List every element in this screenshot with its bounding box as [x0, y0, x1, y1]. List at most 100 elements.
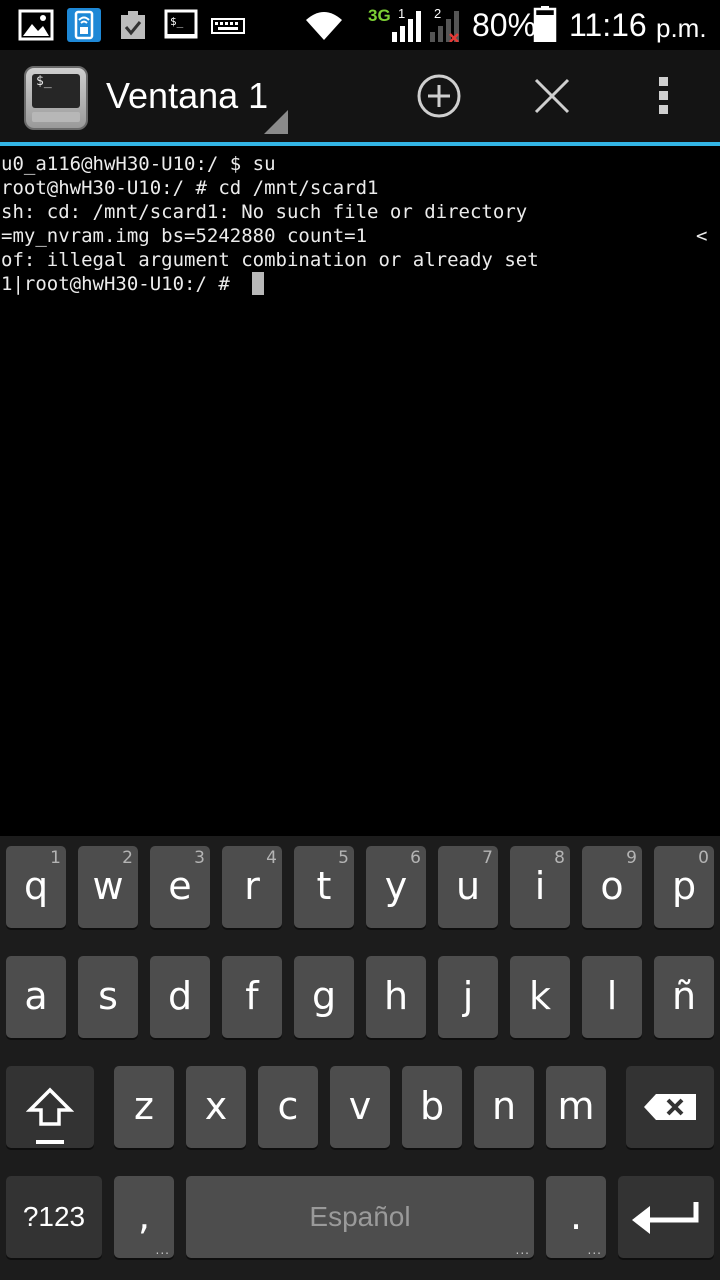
signal-sim1-icon — [392, 11, 421, 42]
clock-time: 11:16 — [569, 7, 647, 43]
key-a[interactable]: a — [6, 956, 66, 1038]
key-label: l — [606, 974, 618, 1018]
comma-label: , — [137, 1194, 151, 1238]
svg-text:$_: $_ — [170, 15, 184, 28]
key-label: f — [245, 974, 259, 1018]
window-title[interactable]: Ventana 1 — [106, 74, 268, 118]
line-overflow-marker: < — [696, 225, 708, 247]
key-p[interactable]: 0p — [654, 846, 714, 928]
key-label: z — [134, 1084, 154, 1128]
key-label: c — [277, 1084, 299, 1128]
key-i[interactable]: 8i — [510, 846, 570, 928]
key-q[interactable]: 1q — [6, 846, 66, 928]
terminal-line: of: illegal argument combination or alre… — [1, 249, 539, 271]
symbols-label: ?123 — [22, 1201, 86, 1232]
key-s[interactable]: s — [78, 956, 138, 1038]
key-label: m — [557, 1084, 595, 1128]
add-window-icon[interactable] — [415, 72, 463, 120]
soft-keyboard: 1q 2w 3e 4r 5t 6y 7u 8i 9o 0p a s d f g … — [0, 836, 720, 1280]
shift-key[interactable] — [6, 1066, 94, 1148]
period-key[interactable]: . ... — [546, 1176, 606, 1258]
space-key[interactable]: Español ... — [186, 1176, 534, 1258]
keyboard-icon — [211, 18, 245, 34]
key-f[interactable]: f — [222, 956, 282, 1038]
signal-sim2-no-service-icon — [430, 11, 459, 42]
key-label: q — [23, 864, 49, 908]
window-spinner-indicator-icon — [264, 110, 288, 134]
key-j[interactable]: j — [438, 956, 498, 1038]
key-label: x — [204, 1084, 228, 1128]
shift-icon — [26, 1087, 74, 1126]
symbols-key[interactable]: ?123 — [6, 1176, 102, 1258]
status-bar: $_ 3G 1 2 80% 11:16 p.m. — [0, 0, 720, 50]
key-label: i — [534, 864, 546, 908]
key-label: v — [348, 1084, 372, 1128]
key-y[interactable]: 6y — [366, 846, 426, 928]
key-label: g — [311, 974, 337, 1018]
key-label: ñ — [671, 974, 697, 1018]
key-c[interactable]: c — [258, 1066, 318, 1148]
key-x[interactable]: x — [186, 1066, 246, 1148]
more-options-dots: ... — [587, 1243, 602, 1257]
key-label: t — [316, 864, 332, 908]
clock-suffix: p.m. — [656, 13, 707, 43]
key-label: w — [92, 864, 124, 908]
period-label: . — [569, 1194, 583, 1238]
wifi-icon — [306, 12, 342, 40]
key-label: r — [244, 864, 260, 908]
battery-percent: 80% — [472, 7, 537, 43]
terminal-output[interactable]: u0_a116@hwH30-U10:/ $ su root@hwH30-U10:… — [0, 150, 720, 836]
key-n[interactable]: n — [474, 1066, 534, 1148]
key-z[interactable]: z — [114, 1066, 174, 1148]
key-w[interactable]: 2w — [78, 846, 138, 928]
key-b[interactable]: b — [402, 1066, 462, 1148]
key-label: u — [455, 864, 481, 908]
comma-key[interactable]: , ... — [114, 1176, 174, 1258]
key-label: o — [600, 864, 624, 908]
terminal-app-icon-screen: $_ — [32, 74, 80, 108]
key-k[interactable]: k — [510, 956, 570, 1038]
gallery-icon — [18, 9, 54, 41]
close-window-icon[interactable] — [528, 72, 576, 120]
enter-key[interactable] — [618, 1176, 714, 1258]
shift-lock-indicator — [36, 1140, 64, 1144]
backspace-icon — [644, 1094, 696, 1120]
key-label: h — [383, 974, 409, 1018]
terminal-app-icon-base — [32, 112, 80, 122]
terminal-cursor — [252, 272, 264, 295]
network-type-label: 3G — [368, 6, 391, 25]
key-n-tilde[interactable]: ñ — [654, 956, 714, 1038]
key-label: p — [671, 864, 697, 908]
key-o[interactable]: 9o — [582, 846, 642, 928]
terminal-app-icon[interactable]: $_ — [24, 66, 88, 130]
key-u[interactable]: 7u — [438, 846, 498, 928]
key-e[interactable]: 3e — [150, 846, 210, 928]
key-h[interactable]: h — [366, 956, 426, 1038]
key-m[interactable]: m — [546, 1066, 606, 1148]
terminal-line: sh: cd: /mnt/scard1: No such file or dir… — [1, 201, 528, 223]
enter-icon — [632, 1202, 699, 1234]
key-label: j — [462, 974, 474, 1018]
action-bar: $_ Ventana 1 — [0, 50, 720, 142]
terminal-icon: $_ — [164, 9, 198, 39]
key-label: a — [24, 974, 48, 1018]
key-label: e — [168, 864, 192, 908]
key-l[interactable]: l — [582, 956, 642, 1038]
key-t[interactable]: 5t — [294, 846, 354, 928]
key-label: y — [384, 864, 408, 908]
key-r[interactable]: 4r — [222, 846, 282, 928]
key-label: k — [528, 974, 551, 1018]
battery-icon — [533, 6, 557, 42]
key-label: s — [98, 974, 118, 1018]
key-d[interactable]: d — [150, 956, 210, 1038]
key-g[interactable]: g — [294, 956, 354, 1038]
key-label: n — [491, 1084, 517, 1128]
task-done-icon — [121, 11, 145, 39]
terminal-line: root@hwH30-U10:/ # cd /mnt/scard1 — [1, 177, 379, 199]
key-v[interactable]: v — [330, 1066, 390, 1148]
action-bar-divider — [0, 142, 720, 146]
overflow-menu-icon[interactable] — [640, 72, 688, 120]
terminal-line: u0_a116@hwH30-U10:/ $ su — [1, 153, 276, 175]
terminal-line: =my_nvram.img bs=5242880 count=1 — [1, 225, 368, 247]
backspace-key[interactable] — [626, 1066, 714, 1148]
